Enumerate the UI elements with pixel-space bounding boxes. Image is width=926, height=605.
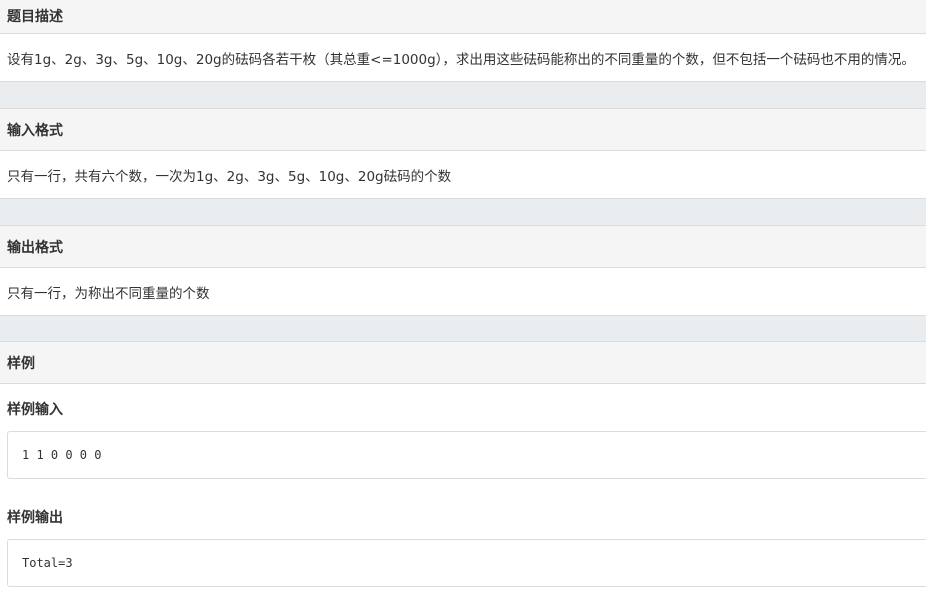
problem-page: 题目描述 设有1g、2g、3g、5g、10g、20g的砝码各若干枚（其总重<=1…: [0, 0, 926, 605]
samples-title: 样例: [7, 355, 35, 372]
description-text: 设有1g、2g、3g、5g、10g、20g的砝码各若干枚（其总重<=1000g）…: [7, 51, 915, 68]
output-format-body: 只有一行，为称出不同重量的个数: [0, 268, 926, 316]
samples-body: 样例输入 1 1 0 0 0 0 样例输出 Total=3: [0, 384, 926, 605]
input-format-header: 输入格式: [0, 108, 926, 151]
sample-output-label: 样例输出: [7, 510, 63, 526]
sample-output-box[interactable]: Total=3: [7, 539, 926, 587]
sample-input-box[interactable]: 1 1 0 0 0 0: [7, 431, 926, 479]
output-format-text: 只有一行，为称出不同重量的个数: [7, 285, 210, 302]
output-format-header: 输出格式: [0, 225, 926, 268]
output-format-title: 输出格式: [7, 239, 63, 256]
description-title: 题目描述: [7, 8, 63, 25]
input-format-body: 只有一行，共有六个数，一次为1g、2g、3g、5g、10g、20g砝码的个数: [0, 151, 926, 199]
sample-input-label: 样例输入: [7, 402, 63, 418]
description-header: 题目描述: [0, 0, 926, 34]
description-body: 设有1g、2g、3g、5g、10g、20g的砝码各若干枚（其总重<=1000g）…: [0, 34, 926, 82]
input-format-text: 只有一行，共有六个数，一次为1g、2g、3g、5g、10g、20g砝码的个数: [7, 168, 452, 185]
samples-header: 样例: [0, 341, 926, 384]
input-format-title: 输入格式: [7, 122, 63, 139]
